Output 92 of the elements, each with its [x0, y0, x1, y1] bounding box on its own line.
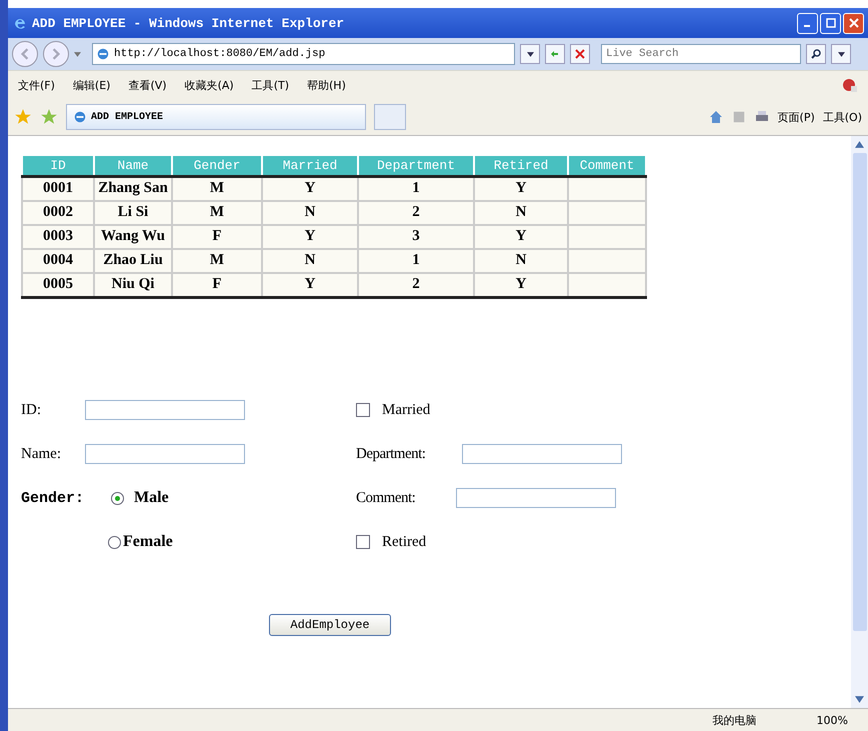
column-header: Retired [474, 155, 568, 176]
menu-item[interactable]: 帮助(H) [307, 78, 346, 92]
table-cell: Wang Wu [94, 225, 172, 249]
star-icon[interactable] [14, 108, 32, 126]
table-cell: N [262, 201, 358, 225]
checkbox-label: Married [382, 402, 430, 418]
column-header: Comment [568, 155, 646, 176]
table-cell: 1 [358, 176, 474, 201]
minimize-button[interactable] [797, 12, 818, 34]
table-cell: Y [262, 176, 358, 201]
dropdown-button[interactable] [520, 44, 540, 64]
table-cell: N [474, 249, 568, 273]
search-button[interactable] [806, 44, 826, 64]
scrollbar[interactable] [851, 136, 868, 708]
table-cell: M [172, 176, 262, 201]
scroll-up-icon[interactable] [855, 141, 864, 148]
column-header: Married [262, 155, 358, 176]
table-cell: Y [474, 176, 568, 201]
column-header: ID [22, 155, 94, 176]
stop-button[interactable] [570, 44, 590, 64]
table-cell: N [474, 201, 568, 225]
search-options-button[interactable] [831, 44, 851, 64]
caret-icon[interactable] [526, 52, 534, 56]
table-cell: N [262, 249, 358, 273]
scroll-down-icon[interactable] [855, 696, 864, 703]
table-cell: 1 [358, 249, 474, 273]
table-cell: Zhang San [94, 176, 172, 201]
table-cell: M [172, 249, 262, 273]
checkbox[interactable] [356, 535, 370, 549]
table-cell: 0005 [22, 273, 94, 298]
page-icon[interactable] [73, 110, 87, 124]
checkbox[interactable] [356, 403, 370, 417]
back-button[interactable] [12, 41, 38, 67]
menu-item[interactable]: 收藏夹(A) [184, 78, 234, 92]
table-cell: 2 [358, 201, 474, 225]
browser-tab[interactable]: ADD EMPLOYEE [66, 104, 366, 130]
search-field[interactable]: Live Search [601, 44, 801, 64]
menu-item[interactable]: 编辑(E) [72, 78, 110, 92]
table-cell: Y [474, 225, 568, 249]
close-icon[interactable] [848, 18, 858, 28]
status-zone: 我的电脑 [712, 712, 757, 728]
page-icon [96, 47, 110, 61]
table-cell: 3 [358, 225, 474, 249]
table-cell: Y [262, 273, 358, 298]
menu-item[interactable]: 文件(F) [18, 78, 55, 92]
window-title: ADD EMPLOYEE - Windows Internet Explorer [32, 16, 344, 30]
address-field[interactable]: http://localhost:8080/EM/add.jsp [92, 43, 515, 65]
table-cell: 0003 [22, 225, 94, 249]
refresh-button[interactable] [545, 44, 565, 64]
table-cell: Y [262, 225, 358, 249]
zoom-control[interactable]: 100% [816, 714, 848, 726]
table-cell: 0002 [22, 201, 94, 225]
caret-icon[interactable] [838, 52, 844, 56]
input-field[interactable] [85, 444, 245, 464]
column-header: Gender [172, 155, 262, 176]
table-cell: M [172, 201, 262, 225]
field-label: ID: [21, 402, 42, 418]
table-cell: 2 [358, 273, 474, 298]
table-cell: 0001 [22, 176, 94, 201]
table-cell: F [172, 273, 262, 298]
toolbar-menu[interactable]: 工具(O) [822, 110, 862, 124]
radio-button[interactable] [111, 492, 124, 504]
search-icon[interactable] [810, 48, 822, 60]
input-field[interactable] [85, 400, 245, 420]
input-field[interactable] [462, 444, 622, 464]
radio-label: Female [123, 533, 173, 551]
menu-item[interactable]: 工具(T) [252, 78, 289, 92]
field-label: Department: [356, 446, 426, 462]
radio-label: Male [134, 489, 169, 507]
add-employee-button[interactable]: AddEmployee [269, 614, 391, 636]
table-cell: 0004 [22, 249, 94, 273]
checkbox-label: Retired [382, 534, 426, 550]
field-label: Gender: [21, 490, 86, 506]
toolbar-menu[interactable]: 页面(P) [778, 110, 815, 124]
column-header: Department [358, 155, 474, 176]
input-field[interactable] [456, 488, 616, 508]
field-label: Name: [21, 446, 62, 462]
table-cell: Li Si [94, 201, 172, 225]
column-header: Name [94, 155, 172, 176]
stop-icon[interactable] [575, 49, 585, 59]
home-icon[interactable] [708, 109, 724, 125]
table-cell: Y [474, 273, 568, 298]
table-cell: Zhao Liu [94, 249, 172, 273]
close-button[interactable] [843, 12, 864, 34]
field-label: Comment: [356, 490, 416, 506]
maximize-button[interactable] [820, 12, 841, 34]
forward-button[interactable] [43, 41, 69, 67]
table-cell: F [172, 225, 262, 249]
maximize-icon[interactable] [826, 18, 836, 28]
radio-button[interactable] [108, 536, 121, 548]
menu-item[interactable]: 查看(V) [128, 78, 167, 92]
table-cell: Niu Qi [94, 273, 172, 298]
